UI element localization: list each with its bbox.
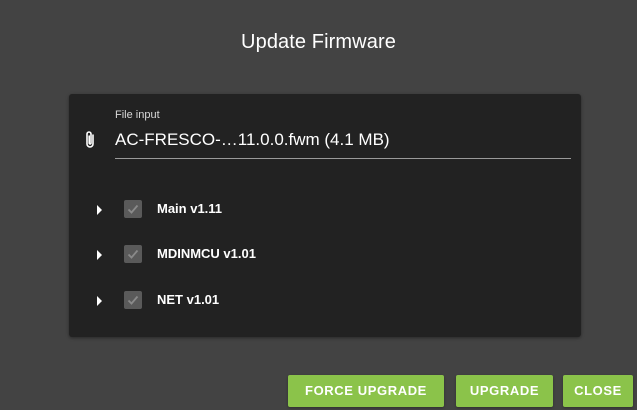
expand-caret-icon[interactable] — [97, 250, 102, 260]
firmware-card: File input AC-FRESCO-…11.0.0.fwm (4.1 MB… — [69, 94, 581, 337]
check-icon — [127, 249, 139, 259]
component-label: Main v1.11 — [157, 201, 223, 216]
paperclip-icon[interactable] — [84, 130, 96, 150]
expand-caret-icon[interactable] — [97, 296, 102, 306]
close-button[interactable]: CLOSE — [563, 375, 633, 407]
dialog-title: Update Firmware — [241, 31, 396, 53]
upgrade-button[interactable]: UPGRADE — [456, 375, 553, 407]
component-checkbox[interactable] — [124, 291, 142, 309]
component-item-main: Main v1.11 — [69, 198, 581, 222]
component-label: NET v1.01 — [157, 292, 220, 307]
component-item-mdinmcu: MDINMCU v1.01 — [69, 243, 581, 267]
update-firmware-dialog: Update Firmware File input AC-FRESCO-…11… — [0, 0, 637, 410]
file-input-underline — [115, 158, 571, 159]
file-input-label: File input — [115, 109, 160, 121]
component-checkbox[interactable] — [124, 200, 142, 218]
check-icon — [127, 204, 139, 214]
component-checkbox[interactable] — [124, 245, 142, 263]
component-item-net: NET v1.01 — [69, 289, 581, 313]
expand-caret-icon[interactable] — [97, 205, 102, 215]
force-upgrade-button[interactable]: FORCE UPGRADE — [288, 375, 444, 407]
file-input-value[interactable]: AC-FRESCO-…11.0.0.fwm (4.1 MB) — [115, 130, 390, 150]
component-label: MDINMCU v1.01 — [157, 246, 256, 261]
check-icon — [127, 295, 139, 305]
